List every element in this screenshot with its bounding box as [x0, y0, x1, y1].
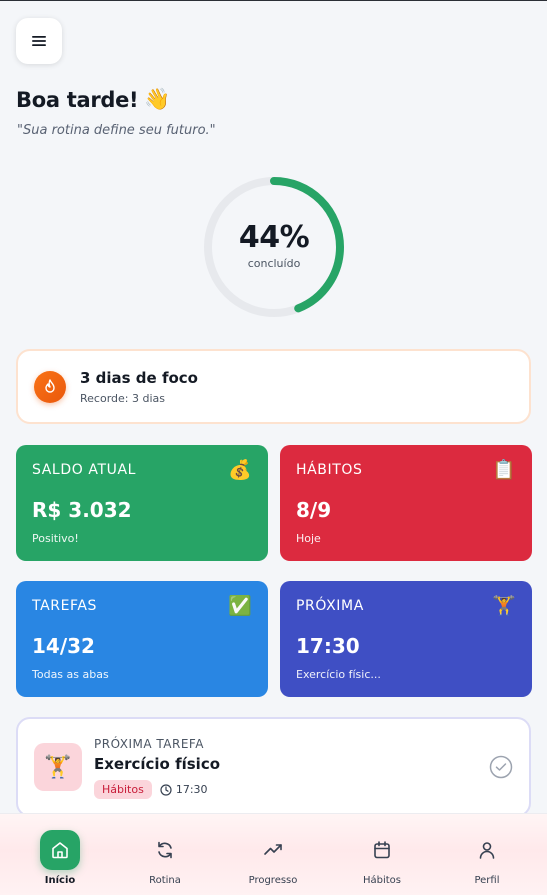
tasks-card[interactable]: TAREFAS ✅ 14/32 Todas as abas [16, 581, 268, 697]
streak-card[interactable]: 3 dias de foco Recorde: 3 dias [16, 349, 531, 424]
nav-item-progresso[interactable]: Progresso [233, 814, 313, 895]
home-icon [40, 830, 80, 870]
weightlifter-icon: 🏋️ [34, 743, 82, 791]
progress-percent: 44% [238, 220, 310, 255]
weightlifter-icon: 🏋️ [492, 595, 516, 617]
habits-card[interactable]: HÁBITOS 📋 8/9 Hoje [280, 445, 532, 561]
nav-label: Início [44, 875, 76, 886]
greeting-text: Boa tarde! [16, 87, 139, 112]
calendar-icon [362, 830, 402, 870]
next-task-label: PRÓXIMA TAREFA [94, 737, 204, 751]
nav-label: Progresso [248, 875, 298, 886]
streak-record: Recorde: 3 dias [80, 391, 165, 405]
card-value: 17:30 [296, 634, 360, 658]
card-value: R$ 3.032 [32, 498, 132, 522]
task-time-text: 17:30 [175, 783, 208, 796]
card-title: HÁBITOS [296, 462, 363, 478]
card-subtitle: Hoje [296, 532, 321, 545]
motivational-quote: "Sua rotina define seu futuro." [17, 123, 216, 138]
next-card[interactable]: PRÓXIMA 🏋️ 17:30 Exercício físic... [280, 581, 532, 697]
balance-card[interactable]: SALDO ATUAL 💰 R$ 3.032 Positivo! [16, 445, 268, 561]
nav-item-inicio[interactable]: Início [20, 814, 100, 895]
flame-icon [34, 370, 66, 403]
trending-up-icon [253, 830, 293, 870]
card-value: 8/9 [296, 498, 332, 522]
card-value: 14/32 [32, 634, 95, 658]
hamburger-icon [32, 36, 46, 46]
progress-ring: 44% concluído [203, 176, 345, 318]
card-subtitle: Exercício físic... [296, 668, 381, 681]
progress-label: concluído [247, 257, 301, 270]
category-tag: Hábitos [94, 780, 152, 799]
clock-icon [160, 783, 172, 796]
nav-item-rotina[interactable]: Rotina [125, 814, 205, 895]
next-task-title: Exercício físico [94, 755, 221, 773]
card-title: SALDO ATUAL [32, 462, 137, 478]
card-title: TAREFAS [32, 598, 98, 614]
clipboard-icon: 📋 [492, 459, 516, 481]
nav-label: Perfil [474, 875, 500, 886]
bottom-navigation: Início Rotina Progresso Hábitos Perfil [0, 813, 547, 895]
card-subtitle: Positivo! [32, 532, 79, 545]
refresh-icon [145, 830, 185, 870]
user-icon [467, 830, 507, 870]
menu-button[interactable] [16, 18, 62, 64]
nav-item-habitos[interactable]: Hábitos [342, 814, 422, 895]
card-subtitle: Todas as abas [32, 668, 109, 681]
wave-icon: 👋 [144, 87, 171, 111]
card-title: PRÓXIMA [296, 598, 364, 614]
complete-check-icon[interactable] [489, 755, 513, 779]
streak-title: 3 dias de foco [80, 368, 198, 387]
nav-item-perfil[interactable]: Perfil [447, 814, 527, 895]
nav-label: Hábitos [362, 875, 402, 886]
task-time: 17:30 [160, 783, 208, 796]
next-task-card[interactable]: 🏋️ PRÓXIMA TAREFA Exercício físico Hábit… [16, 717, 531, 817]
greeting: Boa tarde! 👋 [16, 87, 171, 112]
check-mark-icon: ✅ [228, 595, 252, 617]
money-bag-icon: 💰 [228, 459, 252, 481]
nav-label: Rotina [149, 875, 181, 886]
